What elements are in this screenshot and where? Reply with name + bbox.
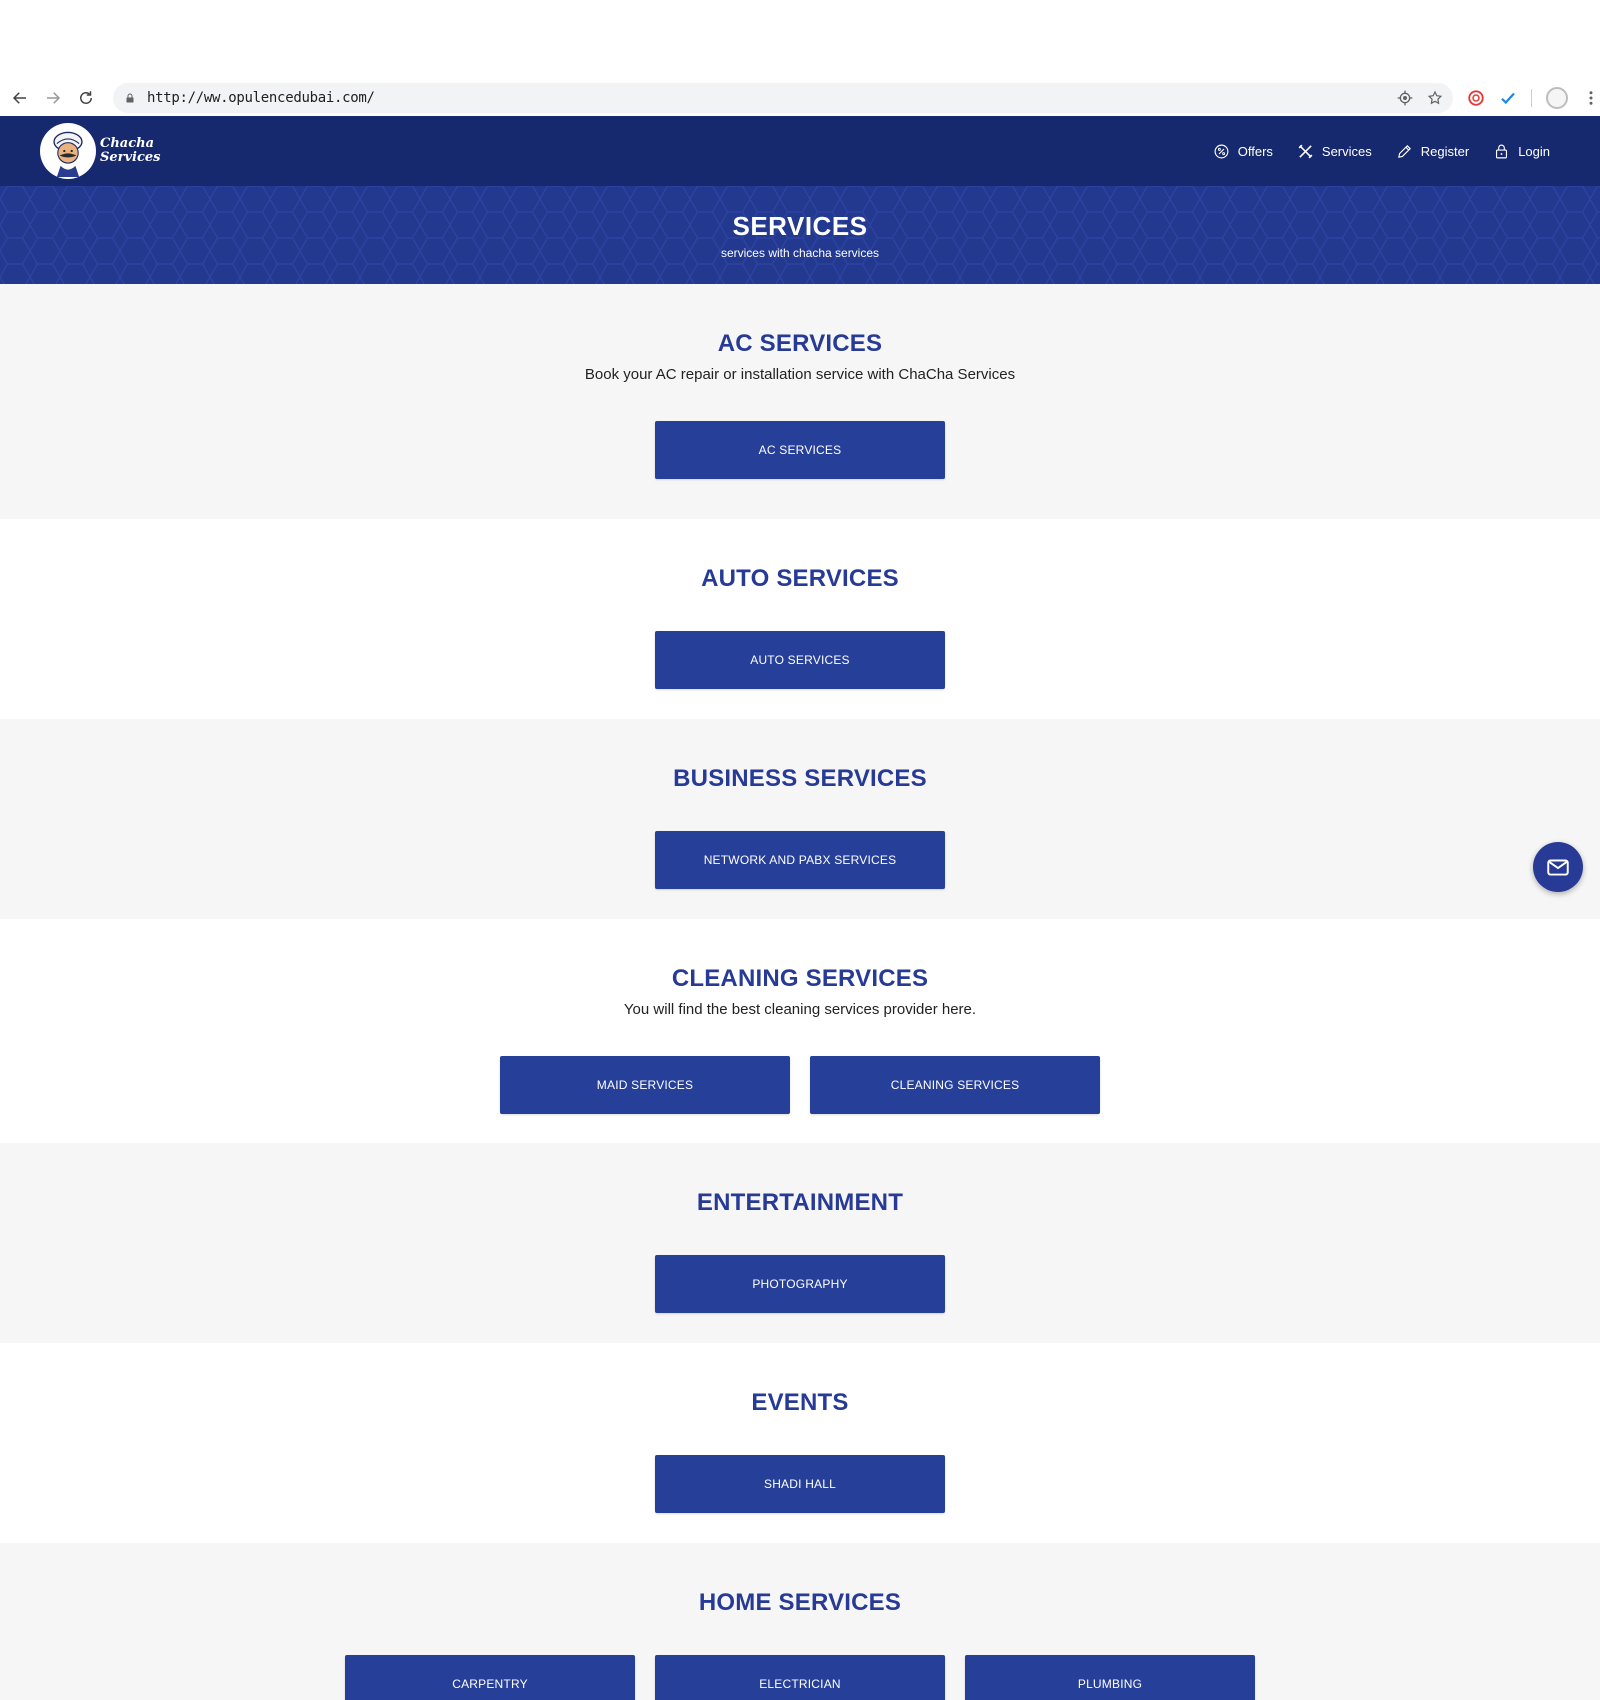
site-logo[interactable]: Chacha Services — [40, 123, 161, 179]
bookmark-star-icon[interactable] — [1427, 90, 1443, 106]
electrician-button[interactable]: ELECTRICIAN — [655, 1655, 945, 1700]
shadi-hall-button[interactable]: SHADI HALL — [655, 1455, 945, 1513]
menu-register-label: Register — [1420, 143, 1470, 159]
photography-button[interactable]: PHOTOGRAPHY — [655, 1255, 945, 1313]
section-cleaning-services: CLEANING SERVICES You will find the best… — [0, 919, 1600, 1143]
section-events: EVENTS SHADI HALL — [0, 1343, 1600, 1543]
page-subtitle: services with chacha services — [720, 245, 880, 260]
section-auto-services: AUTO SERVICES AUTO SERVICES — [0, 519, 1600, 719]
menu-register[interactable]: Register — [1396, 143, 1469, 160]
page-title: SERVICES — [732, 210, 868, 241]
section-description: Book your AC repair or installation serv… — [584, 366, 1016, 383]
page-hero-banner: SERVICES services with chacha services — [0, 186, 1600, 284]
percent-badge-icon — [1214, 144, 1229, 158]
extension-red-icon[interactable] — [1467, 89, 1485, 107]
pencil-icon — [1397, 144, 1411, 158]
address-bar[interactable]: http://ww.opulencedubai.com/ — [113, 83, 1453, 113]
kebab-menu-icon[interactable] — [1582, 89, 1600, 107]
section-title: ENTERTAINMENT — [696, 1189, 904, 1216]
forward-button[interactable] — [39, 83, 66, 113]
ac-services-button[interactable]: AC SERVICES — [655, 421, 945, 479]
location-target-icon[interactable] — [1397, 90, 1413, 106]
logo-line1: Chacha — [100, 136, 155, 151]
menu-login[interactable]: Login — [1493, 143, 1550, 160]
top-blank-area — [0, 0, 1600, 83]
chacha-mascot-icon — [40, 123, 96, 179]
section-title: BUSINESS SERVICES — [673, 765, 927, 792]
main-menu: Offers Services Register Login — [1213, 143, 1550, 160]
reload-button[interactable] — [72, 83, 99, 113]
logo-line2: Services — [100, 150, 161, 165]
menu-offers-label: Offers — [1237, 143, 1273, 159]
arrow-right-icon — [46, 92, 60, 104]
lock-icon — [1496, 144, 1508, 158]
arrow-left-icon — [12, 92, 26, 104]
padlock-icon — [123, 91, 137, 105]
section-business-services: BUSINESS SERVICES NETWORK AND PABX SERVI… — [0, 719, 1600, 919]
toolbar-divider — [1531, 89, 1532, 107]
browser-toolbar: http://ww.opulencedubai.com/ — [0, 83, 1600, 113]
section-title: HOME SERVICES — [698, 1589, 902, 1616]
logo-wordmark: Chacha Services — [100, 137, 161, 165]
network-pabx-button[interactable]: NETWORK AND PABX SERVICES — [655, 831, 945, 889]
url-text[interactable]: http://ww.opulencedubai.com/ — [147, 90, 375, 106]
section-title: EVENTS — [751, 1389, 849, 1416]
section-home-services: HOME SERVICES CARPENTRY ELECTRICIAN PLUM… — [0, 1543, 1600, 1700]
section-title: AC SERVICES — [717, 330, 883, 357]
maid-services-button[interactable]: MAID SERVICES — [500, 1056, 790, 1114]
envelope-icon — [1547, 859, 1569, 876]
menu-login-label: Login — [1518, 143, 1550, 159]
section-title: AUTO SERVICES — [701, 565, 899, 592]
profile-avatar-icon[interactable] — [1546, 87, 1568, 109]
section-description: You will find the best cleaning services… — [623, 1001, 977, 1018]
contact-mail-button[interactable] — [1533, 842, 1583, 892]
menu-services[interactable]: Services — [1297, 143, 1372, 160]
carpentry-button[interactable]: CARPENTRY — [345, 1655, 635, 1700]
section-entertainment: ENTERTAINMENT PHOTOGRAPHY — [0, 1143, 1600, 1343]
menu-services-label: Services — [1321, 143, 1372, 159]
plumbing-button[interactable]: PLUMBING — [965, 1655, 1255, 1700]
extension-check-icon[interactable] — [1499, 89, 1517, 107]
section-ac-services: AC SERVICES Book your AC repair or insta… — [0, 284, 1600, 519]
section-title: CLEANING SERVICES — [671, 965, 929, 992]
auto-services-button[interactable]: AUTO SERVICES — [655, 631, 945, 689]
site-header: Chacha Services Offers Services Register… — [0, 116, 1600, 186]
tools-icon — [1298, 144, 1313, 158]
back-button[interactable] — [6, 83, 33, 113]
reload-icon — [79, 91, 92, 104]
cleaning-services-button[interactable]: CLEANING SERVICES — [810, 1056, 1100, 1114]
menu-offers[interactable]: Offers — [1213, 143, 1273, 160]
